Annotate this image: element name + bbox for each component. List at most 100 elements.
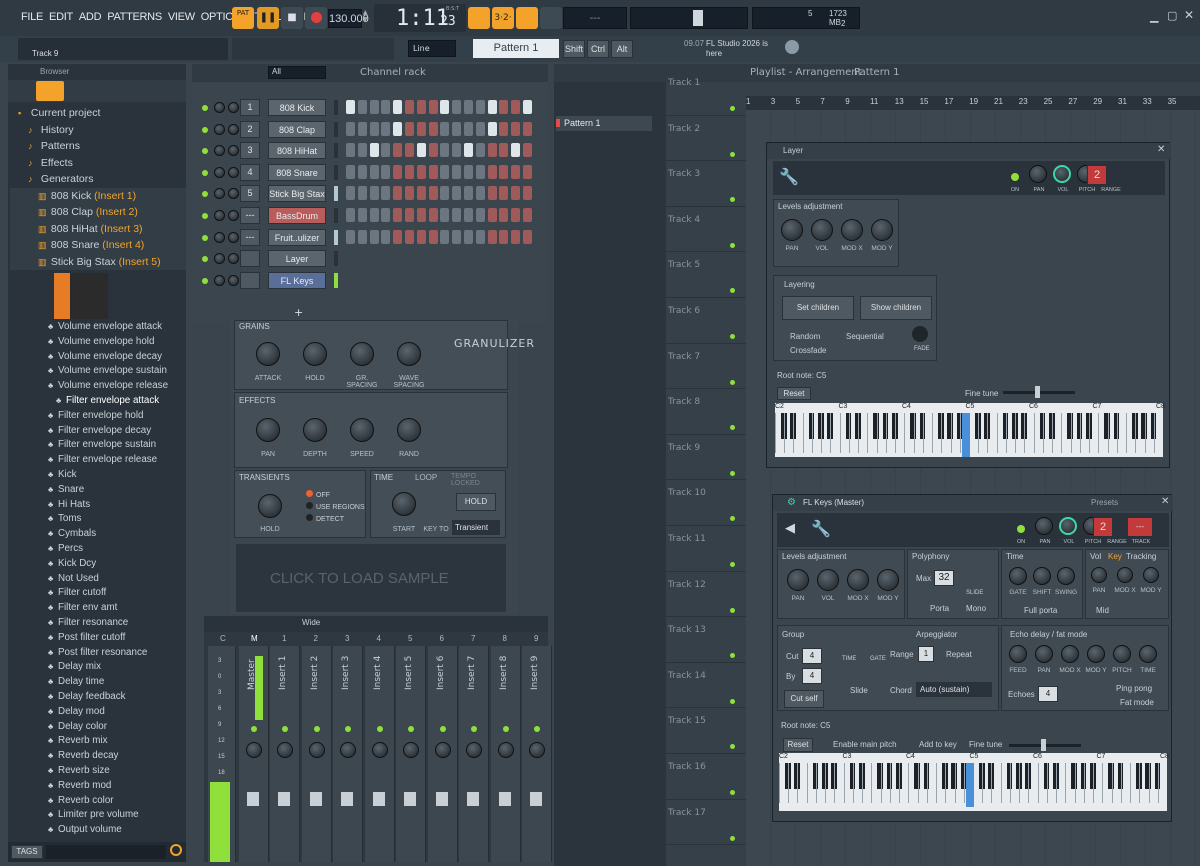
mixer-pan-knob[interactable]	[371, 742, 388, 758]
step-button[interactable]	[523, 208, 532, 222]
speaker-icon[interactable]: ◀	[785, 521, 795, 536]
track-led[interactable]	[730, 653, 735, 659]
step-button[interactable]	[357, 121, 367, 136]
knob-feed[interactable]	[1009, 645, 1027, 663]
enable-main-pitch-option[interactable]: Enable main pitch	[833, 740, 897, 749]
channel-volume-knob[interactable]	[228, 231, 239, 243]
menu-file[interactable]: FILE	[18, 11, 46, 23]
pattern-item[interactable]: Pattern 1	[556, 116, 652, 131]
channel-mixer-track[interactable]: 1	[240, 99, 260, 116]
browser-param[interactable]: ♣ Volume envelope attack	[46, 320, 186, 335]
browser-param[interactable]: ♣ Toms	[46, 512, 186, 527]
knob-mod-y[interactable]	[1143, 567, 1159, 583]
mixer-strip[interactable]: Insert 4	[364, 646, 395, 862]
step-button[interactable]	[369, 208, 379, 222]
pattern-song-toggle[interactable]: PAT	[232, 7, 254, 29]
close-window-icon[interactable]: ✕	[1184, 8, 1194, 22]
step-button[interactable]	[405, 100, 414, 114]
browser-param[interactable]: ♣ Delay color	[46, 720, 186, 735]
effect-knob[interactable]	[303, 418, 327, 442]
top-knob-vol[interactable]	[1059, 517, 1077, 535]
channel-volume-knob[interactable]	[228, 166, 239, 178]
knob-mod-x[interactable]	[847, 569, 869, 591]
track-led[interactable]	[730, 379, 735, 385]
channel-led[interactable]	[202, 256, 208, 263]
mixer-fader[interactable]	[341, 792, 353, 806]
step-button[interactable]	[511, 121, 521, 136]
ctrl-button[interactable]: Ctrl	[587, 40, 609, 58]
mixer-fader[interactable]	[278, 792, 290, 806]
by-value[interactable]: 4	[802, 668, 822, 684]
step-button[interactable]	[369, 186, 379, 201]
step-button[interactable]	[381, 229, 391, 244]
browser-param[interactable]: ♣ Volume envelope hold	[46, 335, 186, 350]
show-children-button[interactable]: Show children	[860, 296, 932, 320]
track-led[interactable]	[730, 516, 735, 522]
step-button[interactable]	[357, 164, 367, 179]
presets-button[interactable]: Presets	[1091, 498, 1118, 507]
channel-select-bar[interactable]	[334, 229, 338, 245]
step-button[interactable]	[440, 164, 450, 179]
browser-param[interactable]: ♣ Kick Dcy	[46, 557, 186, 572]
channel-volume-knob[interactable]	[228, 145, 239, 157]
channel-led[interactable]	[202, 213, 208, 219]
knob-mod-x[interactable]	[1117, 567, 1133, 583]
set-children-button[interactable]: Set children	[782, 296, 854, 320]
step-button[interactable]	[487, 143, 497, 158]
knob-pan[interactable]	[781, 219, 803, 241]
browser-item[interactable]: ▥ 808 Kick (Insert 1)	[10, 187, 186, 204]
step-button[interactable]	[393, 100, 403, 114]
tempo-locked-option[interactable]: TEMPO LOCKED	[451, 473, 505, 487]
mixer-strip-number[interactable]: 7	[471, 634, 475, 643]
step-button[interactable]	[440, 229, 450, 244]
track-led[interactable]	[730, 151, 735, 157]
track-header[interactable]: Track 9	[666, 435, 746, 481]
channel-volume-knob[interactable]	[228, 253, 239, 265]
step-button[interactable]	[464, 143, 473, 158]
track-led[interactable]	[730, 288, 735, 294]
menu-edit[interactable]: EDIT	[46, 11, 76, 23]
step-button[interactable]	[393, 143, 403, 158]
browser-item[interactable]: ♪ Patterns	[10, 138, 186, 155]
effect-knob[interactable]	[256, 418, 280, 442]
menu-add[interactable]: ADD	[76, 11, 104, 23]
mixer-strip-led[interactable]	[534, 726, 540, 732]
channel-select-bar[interactable]	[334, 100, 338, 115]
step-button[interactable]	[523, 121, 532, 136]
browser-param[interactable]: ♣ Filter envelope decay	[46, 424, 186, 439]
step-button[interactable]	[416, 208, 426, 222]
knob-pan[interactable]	[1035, 645, 1053, 663]
mixer-strip-number[interactable]: 2	[314, 634, 318, 643]
browser-folder-tab[interactable]	[36, 81, 64, 101]
step-button[interactable]	[499, 229, 509, 244]
step-button[interactable]	[405, 143, 414, 158]
knob-pitch[interactable]	[1113, 645, 1131, 663]
channel-mixer-track[interactable]: 3	[240, 142, 260, 160]
knob-swing[interactable]	[1057, 567, 1075, 585]
step-button[interactable]	[346, 164, 355, 179]
range-value[interactable]: 2	[1087, 165, 1107, 185]
browser-param[interactable]: ♣ Reverb size	[46, 764, 186, 779]
step-button[interactable]	[428, 100, 438, 114]
step-button[interactable]	[393, 164, 403, 179]
step-button[interactable]	[405, 121, 414, 136]
step-button[interactable]	[440, 186, 450, 201]
search-icon[interactable]	[170, 844, 182, 856]
pattern-selector[interactable]: Pattern 1	[473, 39, 559, 58]
track-header[interactable]: Track 8	[666, 389, 746, 435]
echoes-value[interactable]: 4	[1038, 686, 1058, 702]
crossfade-option[interactable]: Crossfade	[790, 346, 826, 355]
browser-item[interactable]: ▥ 808 Clap (Insert 2)	[10, 204, 186, 221]
channel-pan-knob[interactable]	[214, 166, 225, 178]
mixer-strip-number[interactable]: M	[251, 634, 258, 643]
step-button[interactable]	[511, 229, 521, 244]
step-button[interactable]	[428, 229, 438, 244]
channel-pan-knob[interactable]	[214, 123, 225, 135]
mixer-strip-number[interactable]: 8	[503, 634, 507, 643]
track-header[interactable]: Track 2	[666, 116, 746, 162]
channel-volume-knob[interactable]	[228, 188, 239, 200]
channel-name-button[interactable]: 808 Snare	[268, 163, 326, 181]
snap-selector[interactable]: Line	[408, 40, 456, 57]
track-header[interactable]: Track 1	[666, 70, 746, 116]
record-button[interactable]	[305, 7, 327, 29]
